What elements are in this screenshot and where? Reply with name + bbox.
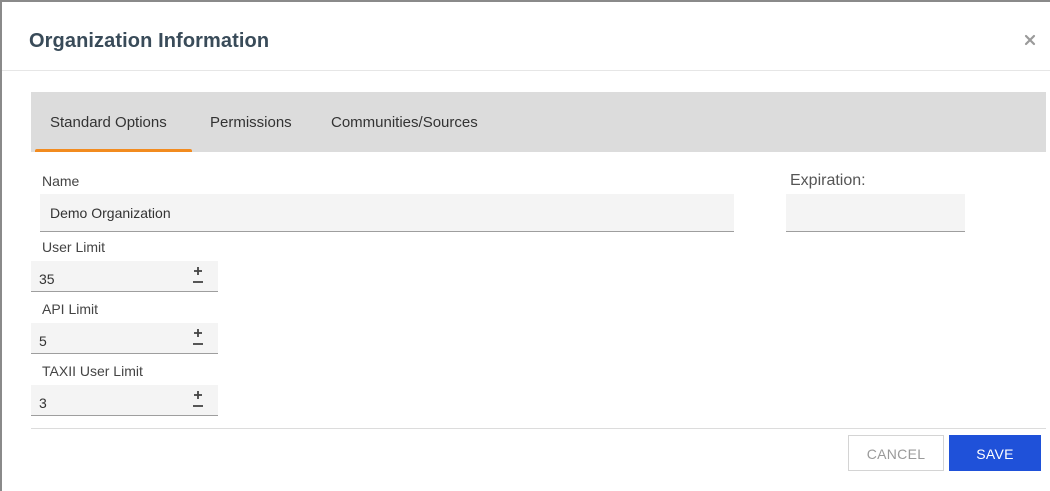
dialog-header: Organization Information [2,2,1050,71]
tab-permissions[interactable]: Permissions [210,92,310,152]
taxii-user-limit-label: TAXII User Limit [42,363,143,379]
name-input[interactable] [40,194,734,232]
expiration-label: Expiration: [790,172,866,189]
save-button[interactable]: SAVE [949,435,1041,471]
tab-communities-sources[interactable]: Communities/Sources [331,92,501,152]
plus-minus-icon[interactable] [192,328,204,348]
taxii-user-limit-stepper[interactable]: 3 [31,385,218,416]
organization-dialog: Organization Information Standard Option… [0,0,1050,491]
active-tab-indicator [35,149,192,152]
api-limit-stepper[interactable]: 5 [31,323,218,354]
user-limit-stepper[interactable]: 35 [31,261,218,292]
cancel-button[interactable]: CANCEL [848,435,944,471]
close-icon[interactable] [1022,32,1038,48]
api-limit-label: API Limit [42,301,99,317]
user-limit-value: 35 [39,271,55,287]
plus-minus-icon[interactable] [192,390,204,410]
expiration-input[interactable] [786,194,965,232]
taxii-user-limit-value: 3 [39,395,47,411]
tab-label: Permissions [210,114,292,131]
footer-divider [31,428,1046,429]
dialog-title: Organization Information [29,30,270,52]
tab-bar: Standard Options Permissions Communities… [31,92,1046,152]
plus-minus-icon[interactable] [192,266,204,286]
name-label: Name [42,173,80,189]
tab-standard-options[interactable]: Standard Options [35,92,192,152]
tab-label: Standard Options [50,114,167,131]
tab-label: Communities/Sources [331,114,478,131]
api-limit-value: 5 [39,333,47,349]
user-limit-label: User Limit [42,239,106,255]
